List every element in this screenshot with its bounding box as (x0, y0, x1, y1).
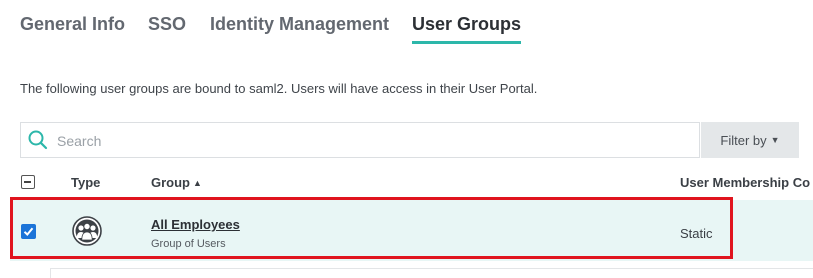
group-name-link[interactable]: All Employees (151, 217, 240, 232)
select-all-checkbox[interactable] (21, 175, 35, 189)
column-header-type: Type (71, 175, 101, 190)
column-header-group-label: Group (151, 175, 190, 190)
tab-identity-management[interactable]: Identity Management (210, 14, 389, 41)
description-text: The following user groups are bound to s… (20, 81, 538, 96)
row-checkbox[interactable] (21, 224, 36, 239)
filter-by-button[interactable]: Filter by ▼ (701, 122, 799, 158)
search-input[interactable] (55, 123, 689, 159)
search-bar (20, 122, 700, 159)
search-icon (28, 130, 48, 150)
checkmark-icon (23, 227, 34, 236)
table-header: Type Group ▲ User Membership Co (0, 168, 813, 196)
table-row-partial (50, 268, 813, 278)
table-row[interactable]: All Employees Group of Users Static (10, 200, 813, 261)
tab-user-groups[interactable]: User Groups (412, 14, 522, 44)
tab-sso[interactable]: SSO (148, 14, 186, 41)
group-subtitle: Group of Users (151, 238, 226, 250)
tab-general-info[interactable]: General Info (20, 14, 125, 41)
filter-by-label: Filter by (720, 132, 767, 148)
membership-type: Static (680, 226, 713, 241)
column-header-group[interactable]: Group ▲ (151, 175, 202, 190)
column-header-user-membership[interactable]: User Membership Co (680, 175, 810, 190)
sort-ascending-icon: ▲ (193, 178, 202, 188)
user-group-icon (72, 216, 102, 246)
caret-down-icon: ▼ (770, 135, 780, 145)
